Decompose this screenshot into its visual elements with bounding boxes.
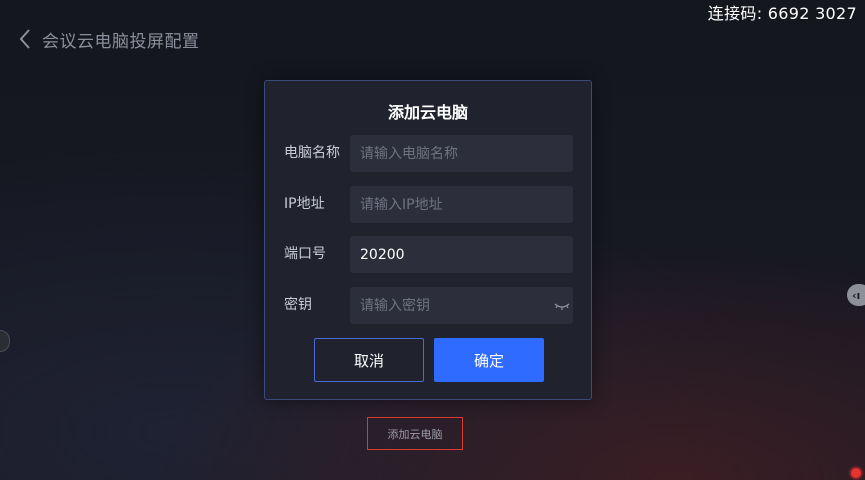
ip-label: IP地址 [284,196,325,212]
dialog-title: 添加云电脑 [387,103,468,122]
port-input[interactable] [350,236,573,273]
add-cloud-pc-button[interactable]: 添加云电脑 [367,417,463,450]
form-row-pc-name: 电脑名称 [265,135,591,172]
eye-closed-icon[interactable] [553,298,571,312]
collapse-icon: ‹ı [852,288,861,302]
key-input[interactable] [350,287,573,324]
header-bar: 会议云电脑投屏配置 [18,24,200,54]
connection-code: 连接码: 6692 3027 [707,4,857,23]
cancel-button[interactable]: 取消 [314,338,424,382]
ip-address-input[interactable] [350,186,573,223]
confirm-button[interactable]: 确定 [434,338,544,382]
pc-name-input[interactable] [350,135,573,172]
pc-name-label: 电脑名称 [284,145,340,161]
page-title: 会议云电脑投屏配置 [42,31,200,52]
form-row-ip: IP地址 [265,186,591,223]
form-row-port: 端口号 [265,236,591,273]
key-label: 密钥 [284,297,312,313]
left-side-handle[interactable] [0,330,10,352]
chevron-left-icon[interactable] [18,28,32,50]
recording-indicator-icon [851,468,861,478]
form-row-key: 密钥 [265,287,591,324]
port-label: 端口号 [284,246,326,262]
add-cloud-pc-dialog: 添加云电脑 电脑名称 IP地址 端口号 密钥 取消 确定 [264,80,592,400]
right-side-handle[interactable]: ‹ı [847,284,865,306]
